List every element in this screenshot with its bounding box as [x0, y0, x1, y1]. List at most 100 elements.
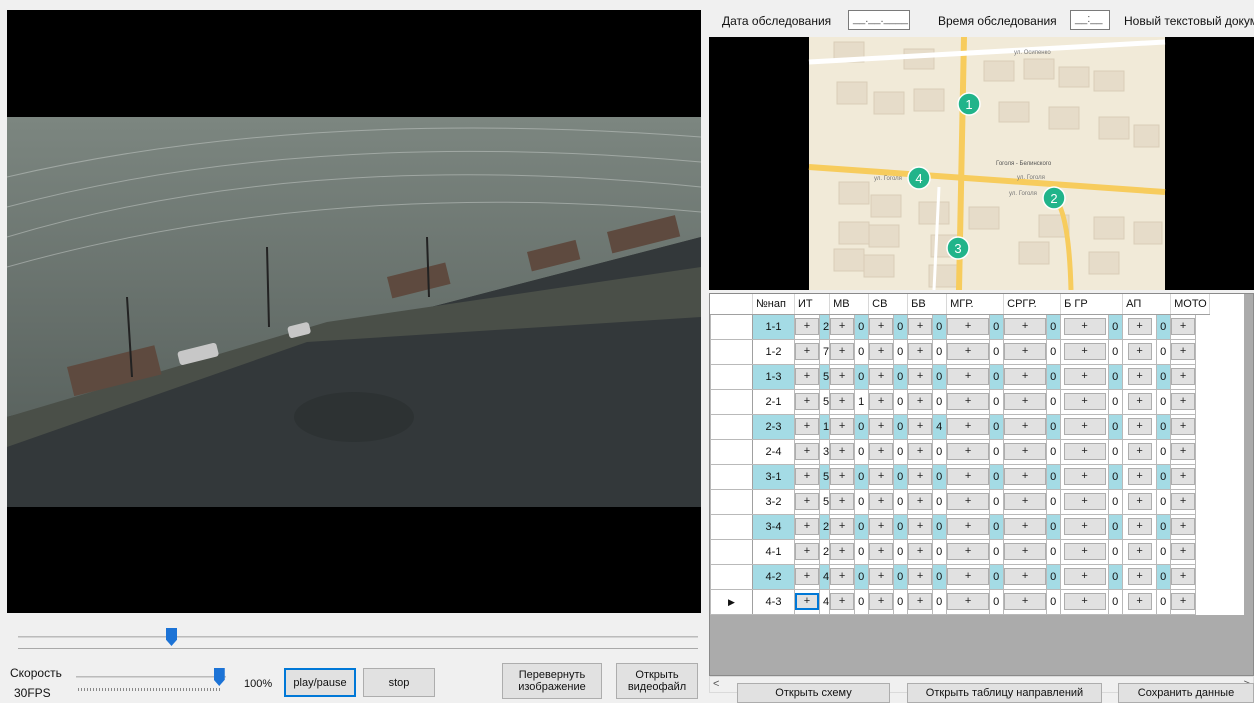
- add-count-button[interactable]: +: [869, 493, 894, 510]
- add-count-button[interactable]: +: [830, 318, 855, 335]
- add-count-button[interactable]: +: [795, 568, 819, 585]
- add-count-button[interactable]: +: [1063, 468, 1106, 485]
- add-count-button[interactable]: +: [908, 343, 933, 360]
- add-count-button[interactable]: +: [908, 593, 933, 610]
- add-count-button[interactable]: +: [1004, 343, 1047, 360]
- seek-slider[interactable]: [18, 628, 698, 646]
- add-count-button[interactable]: +: [795, 593, 819, 610]
- add-count-button[interactable]: +: [1171, 518, 1196, 535]
- date-field[interactable]: __.__.____: [848, 10, 910, 30]
- add-count-button[interactable]: +: [830, 343, 855, 360]
- add-count-button[interactable]: +: [1127, 343, 1152, 360]
- add-count-button[interactable]: +: [1127, 443, 1152, 460]
- row-header[interactable]: [710, 438, 753, 465]
- add-count-button[interactable]: +: [947, 393, 990, 410]
- add-count-button[interactable]: +: [947, 368, 990, 385]
- add-count-button[interactable]: +: [947, 493, 990, 510]
- row-header[interactable]: ▶: [710, 588, 753, 615]
- add-count-button[interactable]: +: [1171, 568, 1196, 585]
- add-count-button[interactable]: +: [795, 318, 819, 335]
- add-count-button[interactable]: +: [869, 418, 894, 435]
- add-count-button[interactable]: +: [830, 443, 855, 460]
- add-count-button[interactable]: +: [908, 393, 933, 410]
- row-header[interactable]: [710, 463, 753, 490]
- add-count-button[interactable]: +: [1063, 493, 1106, 510]
- add-count-button[interactable]: +: [830, 543, 855, 560]
- add-count-button[interactable]: +: [1127, 493, 1152, 510]
- add-count-button[interactable]: +: [908, 418, 933, 435]
- add-count-button[interactable]: +: [795, 468, 819, 485]
- add-count-button[interactable]: +: [1063, 393, 1106, 410]
- add-count-button[interactable]: +: [1127, 543, 1152, 560]
- add-count-button[interactable]: +: [795, 443, 819, 460]
- save-data-button[interactable]: Сохранить данные: [1118, 683, 1254, 703]
- map-marker[interactable]: 1: [957, 92, 981, 116]
- open-scheme-button[interactable]: Открыть схему: [737, 683, 890, 703]
- row-header[interactable]: [710, 338, 753, 365]
- add-count-button[interactable]: +: [908, 493, 933, 510]
- add-count-button[interactable]: +: [908, 368, 933, 385]
- flip-image-button[interactable]: Перевернуть изображение: [502, 663, 602, 699]
- play-pause-button[interactable]: play/pause: [284, 668, 356, 697]
- add-count-button[interactable]: +: [1171, 468, 1196, 485]
- add-count-button[interactable]: +: [947, 593, 990, 610]
- add-count-button[interactable]: +: [1063, 443, 1106, 460]
- add-count-button[interactable]: +: [1004, 468, 1047, 485]
- map-marker[interactable]: 4: [907, 166, 931, 190]
- add-count-button[interactable]: +: [869, 393, 894, 410]
- row-header[interactable]: [710, 513, 753, 540]
- add-count-button[interactable]: +: [869, 518, 894, 535]
- open-directions-button[interactable]: Открыть таблицу направлений: [907, 683, 1102, 703]
- add-count-button[interactable]: +: [1171, 393, 1196, 410]
- add-count-button[interactable]: +: [1127, 568, 1152, 585]
- add-count-button[interactable]: +: [947, 543, 990, 560]
- add-count-button[interactable]: +: [908, 568, 933, 585]
- add-count-button[interactable]: +: [1004, 443, 1047, 460]
- add-count-button[interactable]: +: [1171, 368, 1196, 385]
- add-count-button[interactable]: +: [1171, 493, 1196, 510]
- add-count-button[interactable]: +: [1127, 418, 1152, 435]
- add-count-button[interactable]: +: [869, 368, 894, 385]
- add-count-button[interactable]: +: [795, 393, 819, 410]
- row-header[interactable]: [710, 563, 753, 590]
- add-count-button[interactable]: +: [947, 343, 990, 360]
- add-count-button[interactable]: +: [1004, 318, 1047, 335]
- add-count-button[interactable]: +: [908, 468, 933, 485]
- add-count-button[interactable]: +: [947, 418, 990, 435]
- add-count-button[interactable]: +: [947, 318, 990, 335]
- speed-thumb[interactable]: [213, 668, 225, 686]
- add-count-button[interactable]: +: [830, 368, 855, 385]
- add-count-button[interactable]: +: [1171, 418, 1196, 435]
- add-count-button[interactable]: +: [1127, 468, 1152, 485]
- add-count-button[interactable]: +: [1004, 543, 1047, 560]
- add-count-button[interactable]: +: [795, 543, 819, 560]
- add-count-button[interactable]: +: [908, 318, 933, 335]
- add-count-button[interactable]: +: [1063, 418, 1106, 435]
- add-count-button[interactable]: +: [869, 343, 894, 360]
- count-grid[interactable]: №нап ИТ МВ СВ БВ МГР. СРГР. Б ГР АП МОТО…: [709, 293, 1254, 676]
- add-count-button[interactable]: +: [1004, 593, 1047, 610]
- add-count-button[interactable]: +: [908, 543, 933, 560]
- add-count-button[interactable]: +: [1004, 418, 1047, 435]
- add-count-button[interactable]: +: [1127, 318, 1152, 335]
- map-marker[interactable]: 3: [946, 236, 970, 260]
- add-count-button[interactable]: +: [1063, 368, 1106, 385]
- add-count-button[interactable]: +: [1063, 318, 1106, 335]
- add-count-button[interactable]: +: [1171, 543, 1196, 560]
- seek-thumb[interactable]: [166, 628, 177, 646]
- open-video-button[interactable]: Открыть видеофайл: [616, 663, 698, 699]
- stop-button[interactable]: stop: [363, 668, 435, 697]
- add-count-button[interactable]: +: [1004, 493, 1047, 510]
- add-count-button[interactable]: +: [795, 368, 819, 385]
- add-count-button[interactable]: +: [869, 593, 894, 610]
- add-count-button[interactable]: +: [1004, 518, 1047, 535]
- speed-slider[interactable]: [76, 668, 226, 694]
- add-count-button[interactable]: +: [795, 418, 819, 435]
- row-header[interactable]: [710, 538, 753, 565]
- video-panel[interactable]: [7, 10, 701, 613]
- intersection-map[interactable]: ул. Осипенко ул. Гоголя ул. Гоголя ул. Г…: [709, 37, 1254, 290]
- add-count-button[interactable]: +: [947, 468, 990, 485]
- add-count-button[interactable]: +: [1171, 593, 1196, 610]
- add-count-button[interactable]: +: [795, 343, 819, 360]
- add-count-button[interactable]: +: [1127, 518, 1152, 535]
